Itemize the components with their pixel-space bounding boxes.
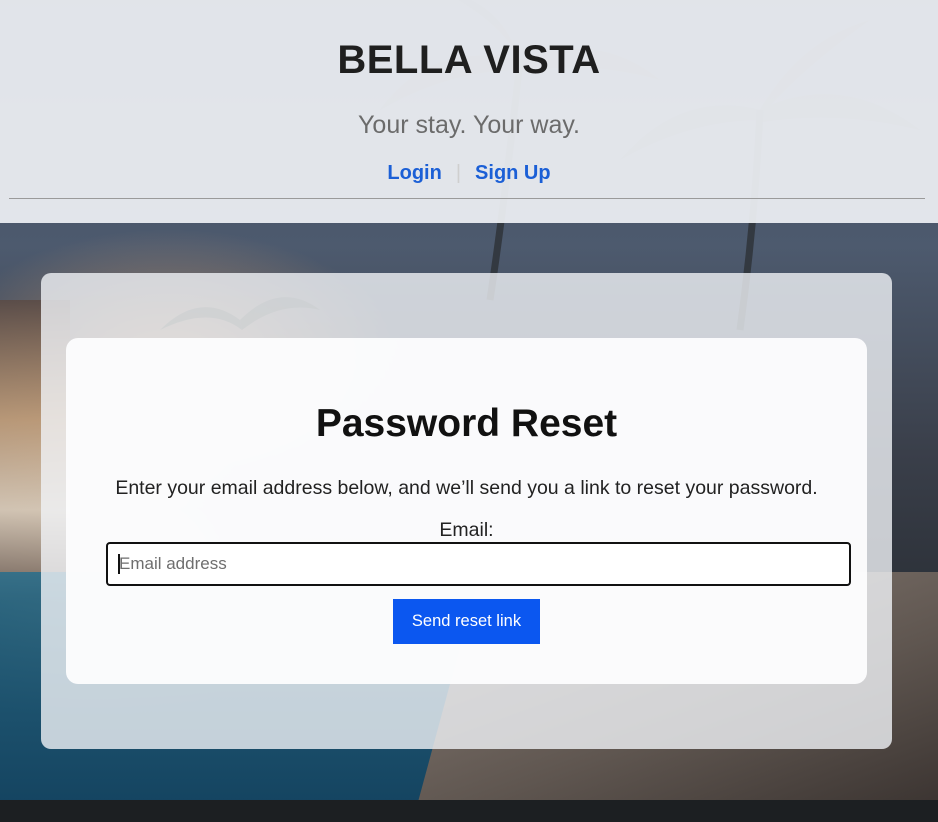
email-label: Email: bbox=[439, 519, 494, 541]
signup-link[interactable]: Sign Up bbox=[475, 162, 551, 184]
text-caret bbox=[118, 554, 120, 574]
brand-title: BELLA VISTA bbox=[337, 38, 601, 82]
password-reset-card: Password Reset Enter your email address … bbox=[66, 338, 867, 684]
auth-nav: Login | Sign Up bbox=[0, 162, 938, 185]
site-header: BELLA VISTA Your stay. Your way. Login | S… bbox=[0, 0, 938, 223]
header-divider bbox=[9, 198, 925, 199]
footer-bar bbox=[0, 800, 938, 822]
send-reset-link-button[interactable]: Send reset link bbox=[393, 599, 540, 644]
page-title: Password Reset bbox=[315, 402, 618, 445]
login-link[interactable]: Login bbox=[387, 162, 441, 184]
email-field[interactable] bbox=[106, 542, 851, 586]
tagline: Your stay. Your way. bbox=[358, 111, 580, 139]
nav-separator: | bbox=[455, 162, 462, 184]
reset-instructions: Enter your email address below, and we’l… bbox=[115, 477, 818, 499]
